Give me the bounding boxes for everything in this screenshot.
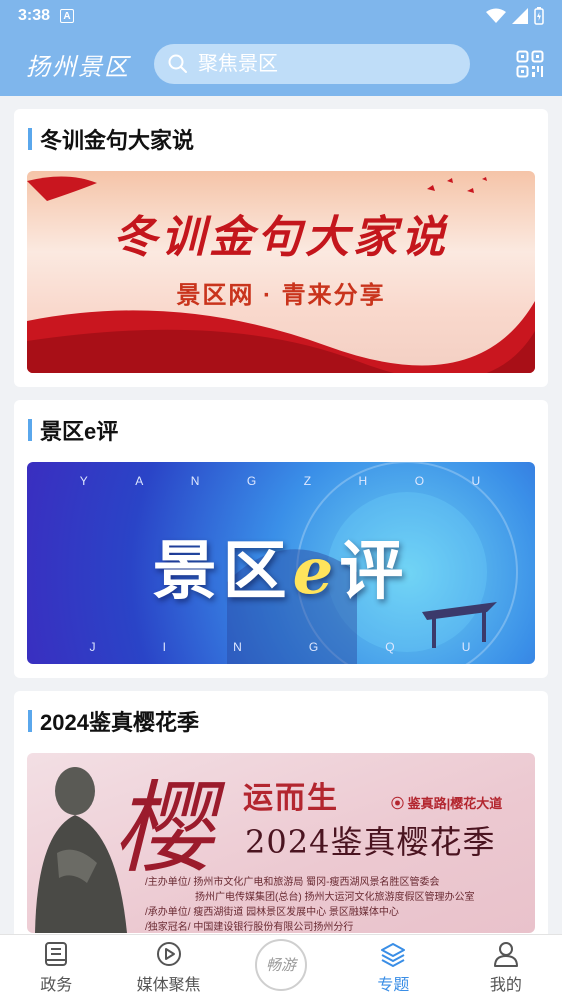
topics-feed[interactable]: 冬训金句大家说 冬训金句大家说 景区网 · 青来分享 景区e评 Y A N G … — [0, 96, 562, 934]
title-accent-bar — [28, 710, 32, 732]
app-logo: 扬州景区 — [26, 52, 130, 81]
section-title-text: 2024鉴真樱花季 — [40, 710, 199, 735]
section-title-text: 冬训金句大家说 — [40, 128, 195, 153]
app-header: 扬州景区 — [0, 32, 562, 96]
bottom-navigation: 政务 媒体聚焦 畅游 专题 我的 — [0, 934, 562, 1000]
organizer-info: /主办单位/ 扬州市文化广电和旅游局 蜀冈-瘦西湖风景名胜区管委会 扬州广电传媒… — [145, 877, 475, 933]
notification-app-icon: A — [60, 9, 75, 23]
changyou-logo: 畅游 — [255, 938, 308, 991]
qr-scan-icon[interactable] — [516, 50, 544, 78]
topic-card-scenic-review[interactable]: 景区e评 YANGZHOU 景区e评 JINGQU — [14, 400, 548, 678]
document-icon — [45, 941, 68, 966]
battery-icon — [534, 7, 544, 25]
banner-subtitle: 景区网 · 青来分享 — [176, 282, 386, 309]
topic-card-cherry-blossom[interactable]: 2024鉴真樱花季 樱 运而生 ⦿ 鉴真路|樱花大道 2024鉴真樱花季 /主办… — [14, 691, 548, 934]
banner-title: 2024鉴真樱花季 — [245, 823, 496, 861]
topic-card-winter-training[interactable]: 冬训金句大家说 冬训金句大家说 景区网 · 青来分享 — [14, 109, 548, 387]
nav-item-changyou[interactable]: 畅游 — [225, 935, 337, 1000]
status-bar: 3:38 A — [0, 0, 562, 32]
section-title: 2024鉴真樱花季 — [28, 705, 199, 737]
section-title-text: 景区e评 — [40, 419, 119, 444]
banner-scenic-review[interactable]: YANGZHOU 景区e评 JINGQU — [27, 462, 535, 664]
nav-label: 媒体聚焦 — [136, 976, 201, 994]
title-accent-bar — [28, 419, 32, 441]
location-pin-icon: ⦿ — [391, 796, 408, 811]
wifi-icon — [486, 8, 506, 23]
section-title: 冬训金句大家说 — [28, 123, 194, 155]
nav-label: 政务 — [40, 976, 73, 994]
banner-big-character: 樱 — [113, 770, 213, 887]
nav-item-profile[interactable]: 我的 — [450, 935, 562, 1000]
search-input[interactable] — [198, 52, 448, 76]
location-tag: ⦿ 鉴真路|樱花大道 — [391, 796, 503, 811]
nav-label: 专题 — [377, 976, 410, 994]
letters-top-row: YANGZHOU — [79, 474, 483, 488]
nav-item-topics[interactable]: 专题 — [337, 935, 449, 1000]
nav-label: 我的 — [489, 976, 522, 994]
status-icons — [486, 7, 544, 25]
banner-winter-training[interactable]: 冬训金句大家说 景区网 · 青来分享 — [27, 171, 535, 373]
person-icon — [493, 941, 518, 967]
letters-bottom-row: JINGQU — [89, 640, 473, 654]
play-icon — [156, 941, 181, 966]
nav-item-media[interactable]: 媒体聚焦 — [112, 935, 224, 1000]
layers-icon — [381, 942, 406, 967]
banner-slogan: 运而生 — [243, 782, 339, 815]
search-bar[interactable] — [154, 44, 470, 84]
title-accent-bar — [28, 128, 32, 150]
nav-item-government[interactable]: 政务 — [0, 935, 112, 1000]
banner-title: 冬训金句大家说 — [113, 212, 449, 263]
section-title: 景区e评 — [28, 414, 118, 446]
status-time: 3:38 — [18, 7, 51, 24]
search-icon — [168, 54, 187, 73]
signal-icon — [512, 8, 528, 24]
banner-cherry-blossom[interactable]: 樱 运而生 ⦿ 鉴真路|樱花大道 2024鉴真樱花季 /主办单位/ 扬州市文化广… — [27, 753, 535, 933]
banner-title: 景区e评 — [152, 534, 410, 609]
